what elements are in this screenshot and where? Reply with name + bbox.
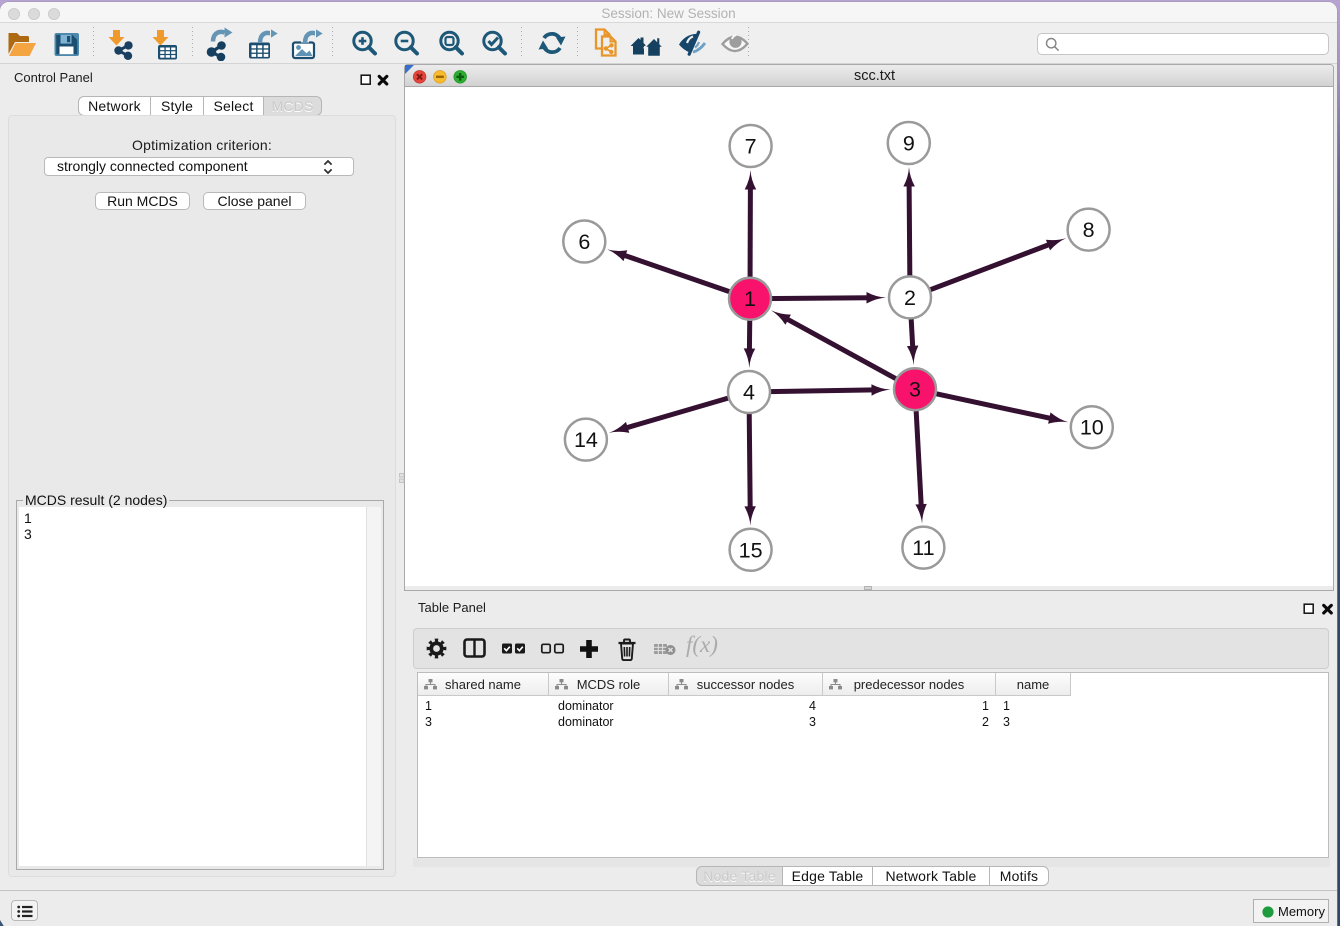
svg-text:6: 6 [578,230,590,254]
svg-text:9: 9 [903,132,915,156]
svg-text:15: 15 [739,538,763,562]
svg-text:2: 2 [904,286,916,310]
svg-text:7: 7 [745,135,757,159]
svg-text:3: 3 [909,378,921,402]
svg-text:1: 1 [744,287,756,311]
svg-text:10: 10 [1080,416,1104,440]
svg-text:8: 8 [1083,218,1095,242]
svg-text:14: 14 [574,428,598,452]
svg-text:4: 4 [743,381,755,405]
svg-text:11: 11 [912,536,934,560]
